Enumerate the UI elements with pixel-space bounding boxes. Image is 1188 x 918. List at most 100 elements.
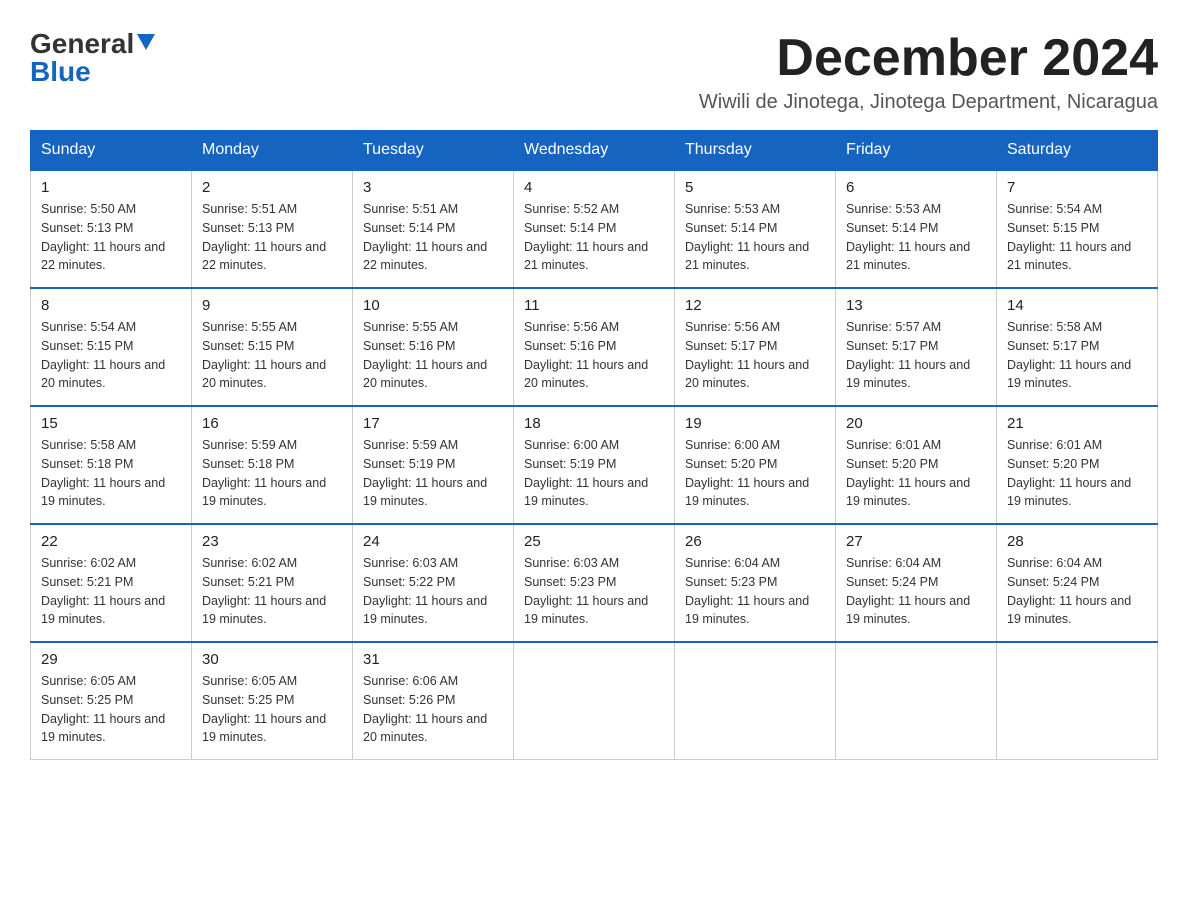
week-row-3: 15 Sunrise: 5:58 AMSunset: 5:18 PMDaylig…	[31, 406, 1158, 524]
day-number: 24	[363, 533, 503, 550]
day-number: 6	[846, 179, 986, 196]
location-subtitle: Wiwili de Jinotega, Jinotega Department,…	[699, 91, 1158, 114]
day-info: Sunrise: 6:04 AMSunset: 5:24 PMDaylight:…	[1007, 556, 1131, 626]
day-number: 25	[524, 533, 664, 550]
day-number: 4	[524, 179, 664, 196]
day-number: 14	[1007, 297, 1147, 314]
calendar-table: SundayMondayTuesdayWednesdayThursdayFrid…	[30, 130, 1158, 760]
header-tuesday: Tuesday	[353, 131, 514, 171]
calendar-cell: 15 Sunrise: 5:58 AMSunset: 5:18 PMDaylig…	[31, 406, 192, 524]
calendar-cell: 20 Sunrise: 6:01 AMSunset: 5:20 PMDaylig…	[836, 406, 997, 524]
day-info: Sunrise: 6:03 AMSunset: 5:23 PMDaylight:…	[524, 556, 648, 626]
day-info: Sunrise: 5:55 AMSunset: 5:15 PMDaylight:…	[202, 320, 326, 390]
day-info: Sunrise: 5:54 AMSunset: 5:15 PMDaylight:…	[1007, 202, 1131, 272]
day-info: Sunrise: 6:03 AMSunset: 5:22 PMDaylight:…	[363, 556, 487, 626]
calendar-cell: 26 Sunrise: 6:04 AMSunset: 5:23 PMDaylig…	[675, 524, 836, 642]
day-number: 27	[846, 533, 986, 550]
header-thursday: Thursday	[675, 131, 836, 171]
day-number: 1	[41, 179, 181, 196]
calendar-cell: 1 Sunrise: 5:50 AMSunset: 5:13 PMDayligh…	[31, 170, 192, 288]
calendar-cell: 18 Sunrise: 6:00 AMSunset: 5:19 PMDaylig…	[514, 406, 675, 524]
day-number: 29	[41, 651, 181, 668]
day-info: Sunrise: 5:56 AMSunset: 5:16 PMDaylight:…	[524, 320, 648, 390]
day-info: Sunrise: 6:05 AMSunset: 5:25 PMDaylight:…	[41, 674, 165, 744]
day-number: 9	[202, 297, 342, 314]
day-number: 2	[202, 179, 342, 196]
week-row-2: 8 Sunrise: 5:54 AMSunset: 5:15 PMDayligh…	[31, 288, 1158, 406]
day-info: Sunrise: 5:51 AMSunset: 5:13 PMDaylight:…	[202, 202, 326, 272]
day-number: 13	[846, 297, 986, 314]
title-section: December 2024 Wiwili de Jinotega, Jinote…	[699, 30, 1158, 114]
day-info: Sunrise: 6:06 AMSunset: 5:26 PMDaylight:…	[363, 674, 487, 744]
calendar-cell: 22 Sunrise: 6:02 AMSunset: 5:21 PMDaylig…	[31, 524, 192, 642]
logo-triangle-icon	[134, 32, 155, 57]
day-number: 26	[685, 533, 825, 550]
calendar-cell: 17 Sunrise: 5:59 AMSunset: 5:19 PMDaylig…	[353, 406, 514, 524]
calendar-cell: 8 Sunrise: 5:54 AMSunset: 5:15 PMDayligh…	[31, 288, 192, 406]
day-number: 12	[685, 297, 825, 314]
header-sunday: Sunday	[31, 131, 192, 171]
day-info: Sunrise: 5:53 AMSunset: 5:14 PMDaylight:…	[685, 202, 809, 272]
day-info: Sunrise: 5:59 AMSunset: 5:18 PMDaylight:…	[202, 438, 326, 508]
header-friday: Friday	[836, 131, 997, 171]
week-row-5: 29 Sunrise: 6:05 AMSunset: 5:25 PMDaylig…	[31, 642, 1158, 760]
day-number: 16	[202, 415, 342, 432]
calendar-cell: 5 Sunrise: 5:53 AMSunset: 5:14 PMDayligh…	[675, 170, 836, 288]
calendar-cell: 23 Sunrise: 6:02 AMSunset: 5:21 PMDaylig…	[192, 524, 353, 642]
day-number: 10	[363, 297, 503, 314]
calendar-cell: 19 Sunrise: 6:00 AMSunset: 5:20 PMDaylig…	[675, 406, 836, 524]
calendar-cell: 10 Sunrise: 5:55 AMSunset: 5:16 PMDaylig…	[353, 288, 514, 406]
calendar-cell: 7 Sunrise: 5:54 AMSunset: 5:15 PMDayligh…	[997, 170, 1158, 288]
calendar-cell: 25 Sunrise: 6:03 AMSunset: 5:23 PMDaylig…	[514, 524, 675, 642]
day-info: Sunrise: 5:59 AMSunset: 5:19 PMDaylight:…	[363, 438, 487, 508]
calendar-cell: 28 Sunrise: 6:04 AMSunset: 5:24 PMDaylig…	[997, 524, 1158, 642]
logo: General Blue	[30, 30, 155, 86]
day-number: 11	[524, 297, 664, 314]
calendar-cell: 16 Sunrise: 5:59 AMSunset: 5:18 PMDaylig…	[192, 406, 353, 524]
day-info: Sunrise: 5:55 AMSunset: 5:16 PMDaylight:…	[363, 320, 487, 390]
day-number: 7	[1007, 179, 1147, 196]
day-number: 18	[524, 415, 664, 432]
week-row-1: 1 Sunrise: 5:50 AMSunset: 5:13 PMDayligh…	[31, 170, 1158, 288]
calendar-cell: 4 Sunrise: 5:52 AMSunset: 5:14 PMDayligh…	[514, 170, 675, 288]
calendar-cell	[836, 642, 997, 760]
day-number: 8	[41, 297, 181, 314]
day-info: Sunrise: 6:05 AMSunset: 5:25 PMDaylight:…	[202, 674, 326, 744]
day-info: Sunrise: 6:01 AMSunset: 5:20 PMDaylight:…	[1007, 438, 1131, 508]
calendar-cell	[997, 642, 1158, 760]
calendar-cell: 24 Sunrise: 6:03 AMSunset: 5:22 PMDaylig…	[353, 524, 514, 642]
day-number: 19	[685, 415, 825, 432]
day-info: Sunrise: 5:56 AMSunset: 5:17 PMDaylight:…	[685, 320, 809, 390]
day-info: Sunrise: 5:52 AMSunset: 5:14 PMDaylight:…	[524, 202, 648, 272]
header-monday: Monday	[192, 131, 353, 171]
calendar-cell: 30 Sunrise: 6:05 AMSunset: 5:25 PMDaylig…	[192, 642, 353, 760]
day-info: Sunrise: 5:53 AMSunset: 5:14 PMDaylight:…	[846, 202, 970, 272]
calendar-cell: 12 Sunrise: 5:56 AMSunset: 5:17 PMDaylig…	[675, 288, 836, 406]
calendar-cell	[675, 642, 836, 760]
week-row-4: 22 Sunrise: 6:02 AMSunset: 5:21 PMDaylig…	[31, 524, 1158, 642]
header-saturday: Saturday	[997, 131, 1158, 171]
calendar-cell: 9 Sunrise: 5:55 AMSunset: 5:15 PMDayligh…	[192, 288, 353, 406]
calendar-cell	[514, 642, 675, 760]
calendar-header-row: SundayMondayTuesdayWednesdayThursdayFrid…	[31, 131, 1158, 171]
day-info: Sunrise: 6:00 AMSunset: 5:20 PMDaylight:…	[685, 438, 809, 508]
day-number: 20	[846, 415, 986, 432]
calendar-cell: 3 Sunrise: 5:51 AMSunset: 5:14 PMDayligh…	[353, 170, 514, 288]
calendar-cell: 2 Sunrise: 5:51 AMSunset: 5:13 PMDayligh…	[192, 170, 353, 288]
day-number: 15	[41, 415, 181, 432]
logo-blue-text: Blue	[30, 58, 91, 86]
day-number: 22	[41, 533, 181, 550]
day-info: Sunrise: 6:04 AMSunset: 5:23 PMDaylight:…	[685, 556, 809, 626]
day-number: 23	[202, 533, 342, 550]
day-info: Sunrise: 5:57 AMSunset: 5:17 PMDaylight:…	[846, 320, 970, 390]
day-info: Sunrise: 6:01 AMSunset: 5:20 PMDaylight:…	[846, 438, 970, 508]
calendar-cell: 27 Sunrise: 6:04 AMSunset: 5:24 PMDaylig…	[836, 524, 997, 642]
day-number: 5	[685, 179, 825, 196]
month-title: December 2024	[699, 30, 1158, 87]
day-number: 3	[363, 179, 503, 196]
calendar-cell: 13 Sunrise: 5:57 AMSunset: 5:17 PMDaylig…	[836, 288, 997, 406]
day-info: Sunrise: 6:00 AMSunset: 5:19 PMDaylight:…	[524, 438, 648, 508]
calendar-cell: 31 Sunrise: 6:06 AMSunset: 5:26 PMDaylig…	[353, 642, 514, 760]
day-number: 28	[1007, 533, 1147, 550]
day-number: 30	[202, 651, 342, 668]
